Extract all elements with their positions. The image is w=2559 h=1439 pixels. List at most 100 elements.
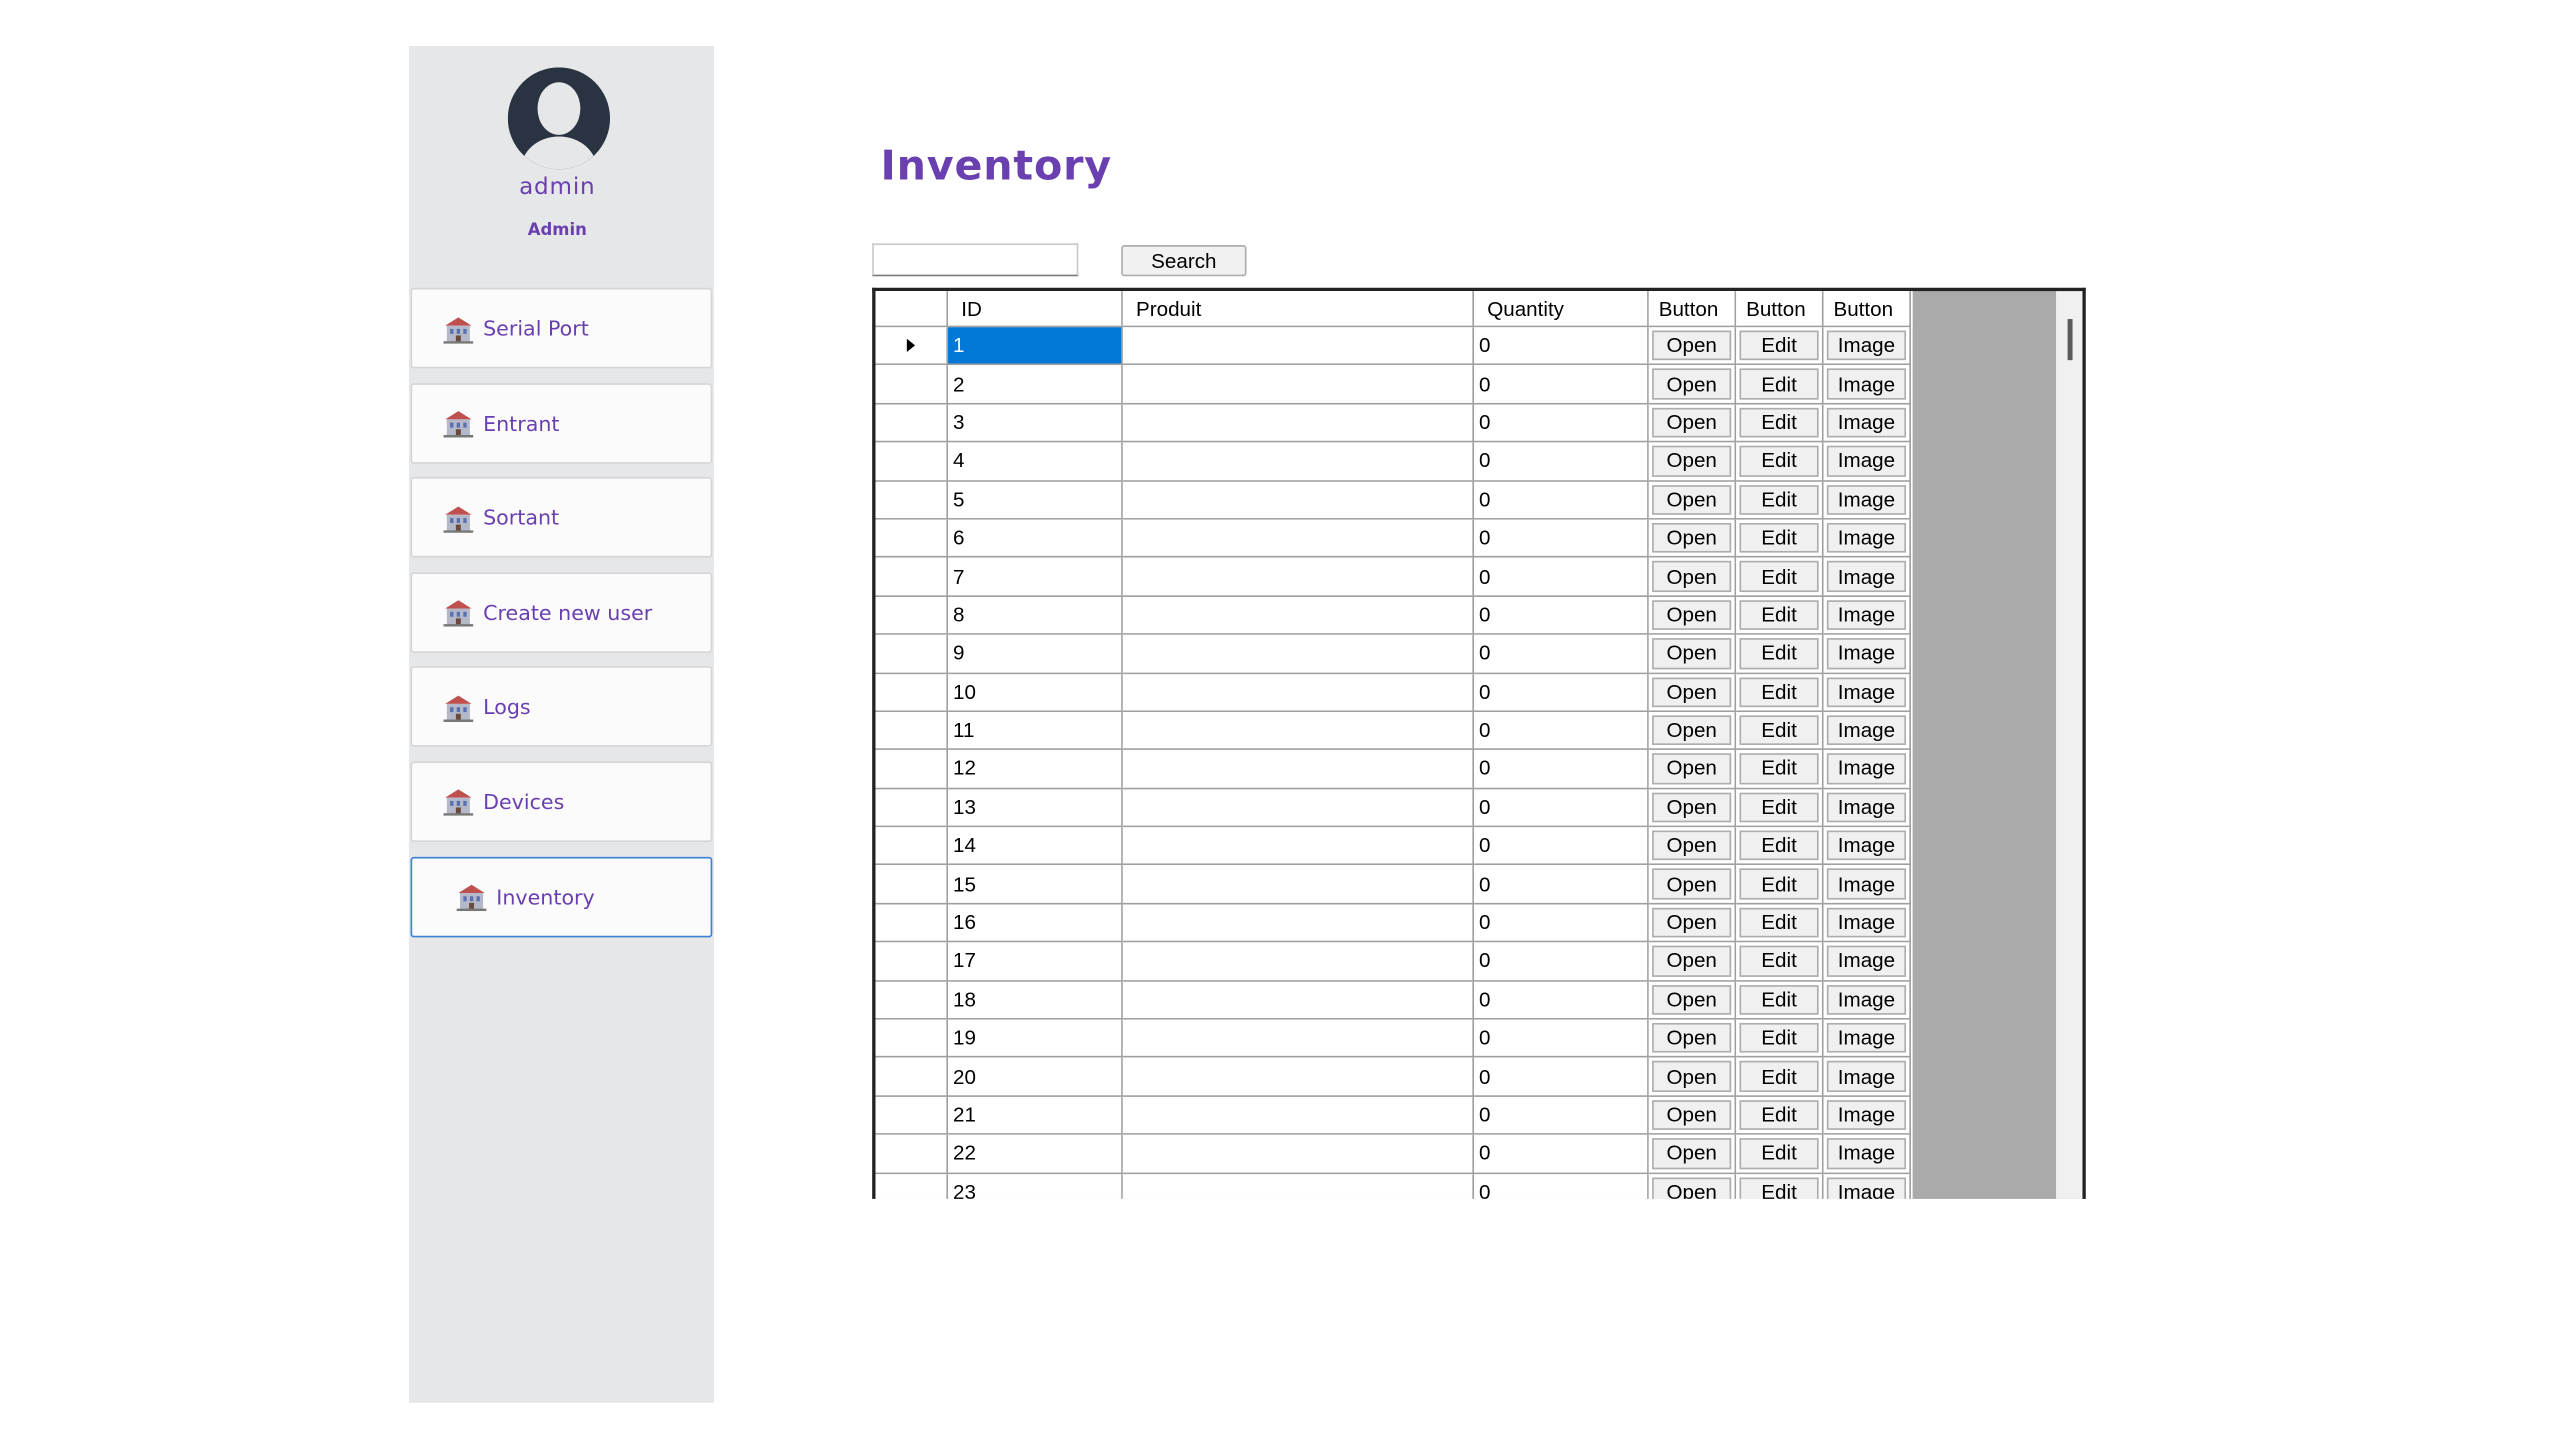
row-selector[interactable] [875, 365, 949, 405]
table-row[interactable]: 9 0 Open Edit Image [875, 635, 1913, 674]
image-button[interactable]: Image [1826, 369, 1907, 400]
edit-button[interactable]: Edit [1739, 753, 1819, 784]
edit-button[interactable]: Edit [1739, 1176, 1819, 1199]
produit-cell[interactable] [1122, 635, 1475, 674]
edit-button[interactable]: Edit [1739, 407, 1819, 438]
row-selector[interactable] [875, 442, 949, 482]
quantity-cell[interactable]: 0 [1474, 904, 1649, 943]
image-button[interactable]: Image [1826, 1022, 1907, 1054]
produit-cell[interactable] [1122, 750, 1475, 789]
table-row[interactable]: 22 0 Open Edit Image [875, 1135, 1913, 1174]
edit-button[interactable]: Edit [1739, 369, 1819, 400]
open-button[interactable]: Open [1652, 522, 1732, 554]
row-selector[interactable] [875, 1135, 949, 1174]
id-cell[interactable]: 10 [948, 673, 1123, 712]
sidebar-item-logs[interactable]: Logs [410, 666, 713, 748]
quantity-cell[interactable]: 0 [1474, 981, 1649, 1020]
column-header[interactable]: Button [1648, 291, 1737, 328]
table-row[interactable]: 21 0 Open Edit Image [875, 1096, 1913, 1136]
edit-button[interactable]: Edit [1739, 638, 1819, 669]
open-button[interactable]: Open [1652, 907, 1732, 938]
produit-cell[interactable] [1122, 1058, 1475, 1097]
row-selector[interactable] [875, 981, 949, 1020]
open-button[interactable]: Open [1652, 1061, 1732, 1092]
quantity-cell[interactable]: 0 [1474, 750, 1649, 789]
produit-cell[interactable] [1122, 711, 1475, 751]
table-row[interactable]: 10 0 Open Edit Image [875, 673, 1913, 712]
row-selector[interactable] [875, 519, 949, 559]
produit-cell[interactable] [1122, 442, 1475, 482]
row-selector[interactable] [875, 558, 949, 597]
sidebar-item-serial-port[interactable]: Serial Port [410, 287, 713, 369]
id-cell[interactable]: 13 [948, 788, 1123, 828]
image-button[interactable]: Image [1826, 984, 1907, 1015]
quantity-cell[interactable]: 0 [1474, 327, 1649, 366]
produit-cell[interactable] [1122, 327, 1475, 366]
open-button[interactable]: Open [1652, 599, 1732, 631]
table-row[interactable]: 23 0 Open Edit Image [875, 1173, 1913, 1199]
image-button[interactable]: Image [1826, 715, 1907, 746]
id-cell[interactable]: 1 [948, 327, 1123, 366]
quantity-cell[interactable]: 0 [1474, 1173, 1649, 1199]
column-header[interactable]: ID [948, 291, 1123, 328]
open-button[interactable]: Open [1652, 1099, 1732, 1131]
edit-button[interactable]: Edit [1739, 445, 1819, 477]
table-row[interactable]: 18 0 Open Edit Image [875, 981, 1913, 1020]
id-cell[interactable]: 22 [948, 1135, 1123, 1174]
image-button[interactable]: Image [1826, 445, 1907, 477]
quantity-cell[interactable]: 0 [1474, 442, 1649, 482]
id-cell[interactable]: 18 [948, 981, 1123, 1020]
edit-button[interactable]: Edit [1739, 484, 1819, 515]
image-button[interactable]: Image [1826, 599, 1907, 631]
open-button[interactable]: Open [1652, 676, 1732, 708]
row-selector[interactable] [875, 711, 949, 751]
scrollbar-thumb[interactable] [2067, 319, 2073, 361]
table-row[interactable]: 1 0 Open Edit Image [875, 327, 1913, 366]
open-button[interactable]: Open [1652, 407, 1732, 438]
row-selector[interactable] [875, 673, 949, 712]
image-button[interactable]: Image [1826, 561, 1907, 592]
open-button[interactable]: Open [1652, 638, 1732, 669]
row-selector[interactable] [875, 596, 949, 636]
produit-cell[interactable] [1122, 481, 1475, 520]
open-button[interactable]: Open [1652, 946, 1732, 977]
edit-button[interactable]: Edit [1739, 561, 1819, 592]
column-header[interactable]: Produit [1122, 291, 1475, 328]
produit-cell[interactable] [1122, 942, 1475, 982]
open-button[interactable]: Open [1652, 869, 1732, 900]
table-row[interactable]: 14 0 Open Edit Image [875, 827, 1913, 866]
column-header[interactable]: Button [1823, 291, 1911, 328]
image-button[interactable]: Image [1826, 330, 1907, 361]
open-button[interactable]: Open [1652, 1138, 1732, 1169]
edit-button[interactable]: Edit [1739, 1099, 1819, 1131]
image-button[interactable]: Image [1826, 1176, 1907, 1199]
quantity-cell[interactable]: 0 [1474, 404, 1649, 443]
edit-button[interactable]: Edit [1739, 715, 1819, 746]
quantity-cell[interactable]: 0 [1474, 1135, 1649, 1174]
open-button[interactable]: Open [1652, 484, 1732, 515]
image-button[interactable]: Image [1826, 792, 1907, 823]
search-input[interactable] [872, 243, 1079, 277]
quantity-cell[interactable]: 0 [1474, 788, 1649, 828]
edit-button[interactable]: Edit [1739, 1022, 1819, 1054]
edit-button[interactable]: Edit [1739, 946, 1819, 977]
id-cell[interactable]: 21 [948, 1096, 1123, 1136]
quantity-cell[interactable]: 0 [1474, 596, 1649, 636]
table-row[interactable]: 3 0 Open Edit Image [875, 404, 1913, 443]
column-header[interactable]: Quantity [1474, 291, 1649, 328]
quantity-cell[interactable]: 0 [1474, 365, 1649, 405]
image-button[interactable]: Image [1826, 1061, 1907, 1092]
id-cell[interactable]: 9 [948, 635, 1123, 674]
vertical-scrollbar[interactable] [2056, 291, 2083, 1199]
produit-cell[interactable] [1122, 1135, 1475, 1174]
open-button[interactable]: Open [1652, 369, 1732, 400]
produit-cell[interactable] [1122, 596, 1475, 636]
image-button[interactable]: Image [1826, 522, 1907, 554]
quantity-cell[interactable]: 0 [1474, 1058, 1649, 1097]
produit-cell[interactable] [1122, 365, 1475, 405]
table-row[interactable]: 6 0 Open Edit Image [875, 519, 1913, 559]
open-button[interactable]: Open [1652, 830, 1732, 861]
quantity-cell[interactable]: 0 [1474, 1019, 1649, 1059]
open-button[interactable]: Open [1652, 984, 1732, 1015]
sidebar-item-sortant[interactable]: Sortant [410, 477, 713, 558]
